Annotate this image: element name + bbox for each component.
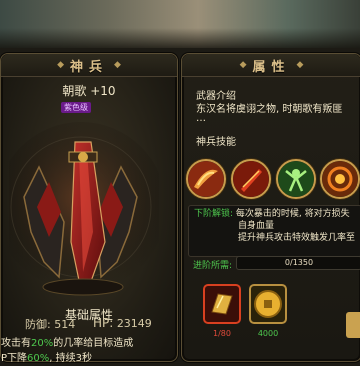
fire-aura-skill-icon[interactable] (320, 159, 360, 199)
ornament-icon: ◆ (239, 60, 247, 70)
upgrade-progress-bar: 0/1350 (236, 256, 360, 270)
weapon-model[interactable] (9, 112, 159, 302)
effect-reduction: 60% (27, 353, 50, 364)
flame-slash-skill-icon[interactable] (186, 159, 226, 199)
fire-sword-skill-icon[interactable] (231, 159, 271, 199)
material-count: 1/80 (213, 329, 231, 338)
effect-text-part: , 持续3秒 (49, 353, 92, 364)
skill-desc-line: 每次暴击的时候, 将对方损失 (235, 209, 350, 219)
skill-description: 下阶解锁: 每次暴击的时候, 将对方损失 自身血量 提升神兵攻击特效触发几率至 (194, 208, 360, 244)
defense-label: 防御: (25, 318, 51, 331)
weapon-panel: ◆ 神兵 ◆ 朝歌 +10 紫色级 基础属性 防御: 514 HP: 23149… (0, 53, 178, 364)
hp-value: 23149 (116, 317, 152, 330)
gold-cost: 4000 (257, 329, 279, 338)
effect-text-part: P下降 (1, 353, 28, 364)
upgrade-button[interactable] (346, 312, 360, 338)
hp-label: HP: (93, 316, 114, 330)
ornament-icon: ◆ (114, 60, 121, 70)
weapon-intro-more: … (196, 113, 206, 124)
attributes-panel-header: ◆ 属性 ◆ (182, 54, 360, 77)
ornament-icon: ◆ (296, 60, 304, 70)
skill-desc-line: 自身血量 (238, 221, 275, 231)
weapon-name: 朝歌 +10 (62, 84, 116, 98)
weapon-panel-title: 神兵 (69, 59, 108, 75)
weapon-intro-text: 东汉名将虞诩之物, 时朝歌有叛匪 (196, 104, 343, 115)
weapon-skill-heading: 神兵技能 (196, 137, 236, 148)
weapon-effect-text: 攻击有20%的几率给目标造成 P下降60%, 持续3秒 (1, 336, 179, 366)
defense-value: 514 (54, 318, 76, 331)
skill-desc-line: 提升神兵攻击特效触发几率至 (238, 233, 356, 243)
effect-chance: 20% (31, 338, 54, 349)
background-scenery (0, 0, 360, 48)
gold-coin-slot[interactable] (249, 284, 287, 324)
upgrade-material-slot[interactable] (203, 284, 241, 324)
upgrade-requirement-label: 进阶所需: (193, 261, 233, 271)
defense-stat: 防御: 514 (25, 316, 75, 332)
green-warrior-skill-icon[interactable] (276, 159, 316, 199)
effect-text-part: 的几率给目标造成 (53, 338, 134, 349)
weapon-panel-header: ◆ 神兵 ◆ (1, 54, 177, 77)
ornament-icon: ◆ (57, 60, 64, 70)
upgrade-progress-text: 0/1350 (284, 258, 314, 267)
hp-stat: HP: 23149 (93, 316, 152, 330)
effect-text-part: 攻击有 (1, 338, 31, 349)
unlock-label: 下阶解锁: (194, 209, 234, 219)
attributes-panel-title: 属性 (252, 59, 291, 75)
